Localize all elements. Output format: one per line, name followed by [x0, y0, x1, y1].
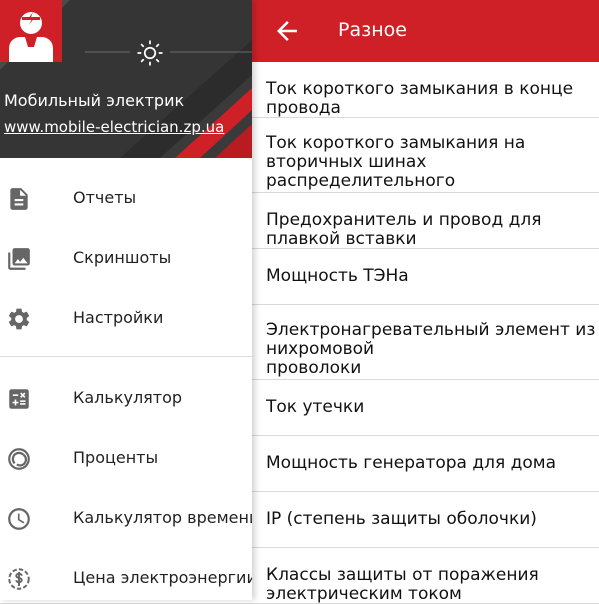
list-item-label: IP (степень защиты оболочки) [266, 510, 537, 529]
nav-item-label: Настройки [73, 308, 164, 327]
nav-item-label: Проценты [73, 448, 159, 467]
arrow-back-icon[interactable] [272, 16, 302, 46]
nav-item-label: Цена электроэнергии [73, 568, 252, 587]
list-item-label: Ток короткого замыкания на вторичных шин… [266, 134, 526, 192]
gear-icon [6, 306, 32, 332]
nav-item-label: Отчеты [73, 188, 137, 207]
page-title: Разное [338, 19, 407, 41]
clock-icon [6, 506, 32, 532]
nav-item-percent[interactable]: Проценты [0, 430, 252, 486]
electrician-avatar-icon [0, 0, 62, 62]
list-item-label: Мощность генератора для дома [266, 454, 557, 473]
calculator-icon [6, 386, 32, 412]
list-item-label: Предохранитель и провод для плавкой вста… [266, 211, 542, 249]
image-gallery-icon [6, 246, 32, 272]
list-item-label: Классы защиты от поражения электрическим… [266, 566, 539, 604]
nav-item-electricity-price[interactable]: Цена электроэнергии [0, 550, 252, 600]
dollar-icon [6, 566, 32, 592]
nav-item-calculator[interactable]: Калькулятор [0, 370, 252, 426]
nav-item-label: Калькулятор времени [73, 508, 252, 527]
nav-item-label: Скриншоты [73, 248, 172, 267]
brightness-icon[interactable] [135, 38, 165, 68]
nav-item-screenshots[interactable]: Скриншоты [0, 230, 252, 286]
navigation-drawer: Мобильный электрик www.mobile-electricia… [0, 0, 252, 600]
nav-item-reports[interactable]: Отчеты [0, 170, 252, 226]
list-item-label: Ток короткого замыкания в конце провода [266, 80, 574, 118]
website-link[interactable]: www.mobile-electrician.zp.ua [4, 117, 224, 137]
list-item-label: Электронагревательный элемент из нихромо… [266, 321, 596, 378]
drawer-header: Мобильный электрик www.mobile-electricia… [0, 0, 252, 158]
nav-item-label: Калькулятор [73, 388, 183, 407]
drawer-divider [0, 356, 252, 357]
list-item-label: Мощность ТЭНа [266, 267, 409, 286]
app-name: Мобильный электрик [4, 91, 185, 110]
nav-item-settings[interactable]: Настройки [0, 290, 252, 346]
document-icon [6, 186, 32, 212]
list-item-label: Ток утечки [266, 398, 365, 417]
nav-item-time-calculator[interactable]: Калькулятор времени [0, 490, 252, 546]
percent-icon [6, 446, 32, 472]
